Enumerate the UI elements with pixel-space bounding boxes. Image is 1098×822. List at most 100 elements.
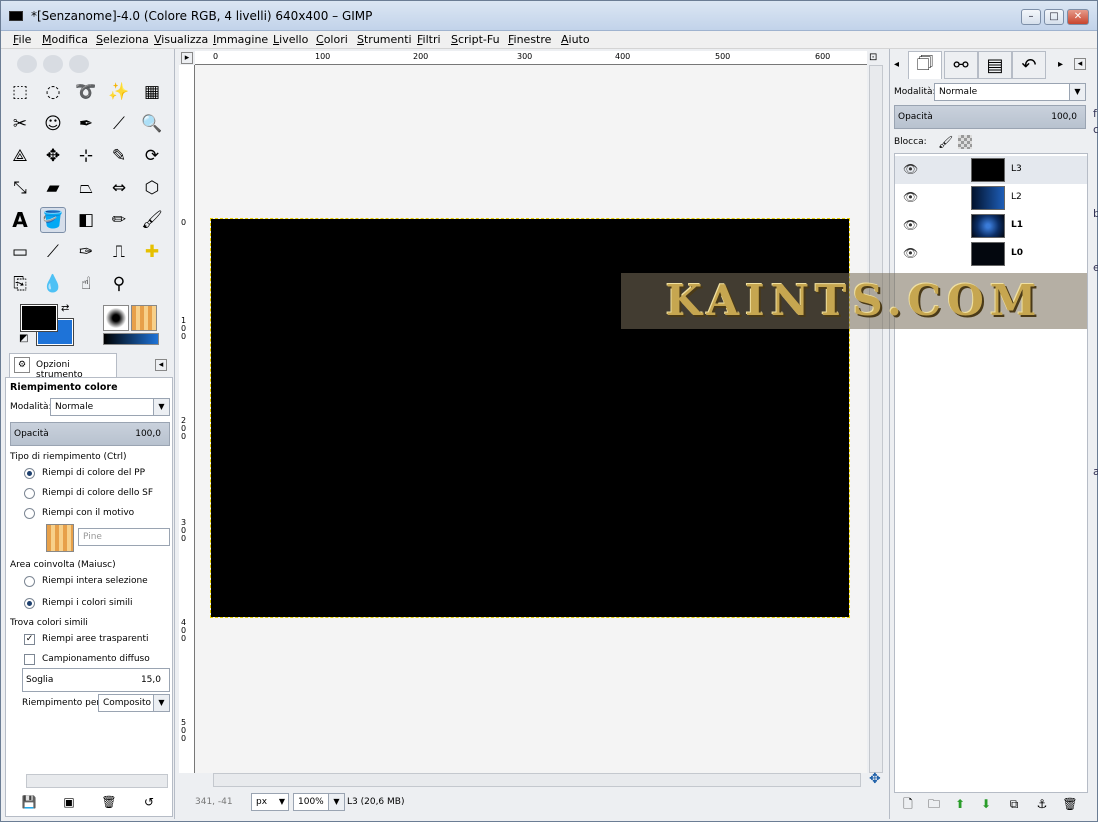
menu-file[interactable]: File: [13, 33, 31, 46]
color-picker-icon[interactable]: ⟋: [106, 111, 132, 137]
foreground-color-swatch[interactable]: [20, 304, 58, 332]
tab-channels[interactable]: ▤: [978, 51, 1012, 79]
menu-immagine[interactable]: Immagine: [213, 33, 268, 46]
anchor-layer-icon[interactable]: ⚓: [1034, 797, 1050, 811]
navigate-icon[interactable]: ✥: [869, 771, 881, 787]
dock-next-icon[interactable]: ▸: [1058, 59, 1063, 70]
shear-icon[interactable]: ▰: [40, 175, 66, 201]
fill-pattern-radio[interactable]: [24, 508, 35, 519]
crop-icon[interactable]: ✎: [106, 143, 132, 169]
eraser-icon[interactable]: ▭: [7, 239, 33, 265]
fill-transparent-checkbox[interactable]: ✓: [24, 634, 35, 645]
tab-tool-options[interactable]: ⚙ Opzioni strumento: [9, 353, 117, 380]
pattern-name-field[interactable]: Pine: [78, 528, 170, 546]
lower-layer-icon[interactable]: ⬇: [978, 797, 994, 811]
menu-colori[interactable]: Colori: [316, 33, 348, 46]
fuzzy-select-icon[interactable]: ✨: [106, 79, 132, 105]
gradient-preview[interactable]: [103, 333, 159, 345]
layer-row-l2[interactable]: 👁 L2: [895, 184, 1087, 212]
lock-pixels-icon[interactable]: 🖌: [938, 135, 953, 149]
menu-aiuto[interactable]: Aiuto: [561, 33, 590, 46]
save-options-icon[interactable]: 💾: [21, 795, 37, 809]
blend-icon[interactable]: ◧: [73, 207, 99, 233]
rotate-icon[interactable]: ⟳: [139, 143, 165, 169]
color-select-icon[interactable]: ▦: [139, 79, 165, 105]
dock-menu-icon[interactable]: ◂: [1074, 58, 1086, 70]
dodge-burn-icon[interactable]: ⚲: [106, 271, 132, 297]
unit-select[interactable]: px ▼: [251, 793, 289, 811]
menu-arrow-icon[interactable]: ▸: [181, 52, 193, 64]
menu-visualizza[interactable]: Visualizza: [154, 33, 208, 46]
zoom-icon[interactable]: 🔍: [139, 111, 165, 137]
pencil-icon[interactable]: ✏: [106, 207, 132, 233]
cage-icon[interactable]: ⬡: [139, 175, 165, 201]
airbrush-icon[interactable]: ⟋: [40, 239, 66, 265]
new-layer-icon[interactable]: 🗋: [900, 797, 916, 811]
menu-finestre[interactable]: Finestre: [508, 33, 551, 46]
eye-icon[interactable]: 👁: [903, 162, 918, 176]
menu-strumenti[interactable]: Strumenti: [357, 33, 412, 46]
flip-icon[interactable]: ⇔: [106, 175, 132, 201]
menu-seleziona[interactable]: Seleziona: [96, 33, 149, 46]
bucket-fill-icon[interactable]: 🪣: [40, 207, 66, 233]
scissors-icon[interactable]: ✂: [7, 111, 33, 137]
default-colors-icon[interactable]: ◩: [19, 333, 28, 344]
scale-icon[interactable]: ⤡: [7, 175, 33, 201]
layer-row-l3[interactable]: 👁 L3: [895, 156, 1087, 184]
tab-menu-icon[interactable]: ◂: [155, 359, 167, 371]
delete-layer-icon[interactable]: 🗑: [1062, 797, 1078, 811]
minimize-button[interactable]: –: [1021, 9, 1041, 25]
foreground-select-icon[interactable]: ☺: [40, 111, 66, 137]
layer-row-l0[interactable]: 👁 L0: [895, 240, 1087, 268]
text-icon[interactable]: A: [7, 207, 33, 233]
vertical-scrollbar[interactable]: [869, 65, 883, 773]
pattern-thumbnail[interactable]: [46, 524, 74, 552]
ellipse-select-icon[interactable]: ◌: [40, 79, 66, 105]
opacity-slider[interactable]: Opacità 100,0: [10, 422, 170, 446]
paths-icon[interactable]: ✒: [73, 111, 99, 137]
close-button[interactable]: ✕: [1067, 9, 1089, 25]
restore-options-icon[interactable]: ▣: [61, 795, 77, 809]
reset-options-icon[interactable]: ↺: [141, 795, 157, 809]
zoom-select[interactable]: 100% ▼: [293, 793, 345, 811]
measure-icon[interactable]: ⟁: [7, 143, 33, 169]
pattern-preview[interactable]: [131, 305, 157, 331]
duplicate-layer-icon[interactable]: ⧉: [1006, 797, 1022, 811]
rect-select-icon[interactable]: ⬚: [7, 79, 33, 105]
maximize-button[interactable]: □: [1044, 9, 1064, 25]
sample-merged-checkbox[interactable]: [24, 654, 35, 665]
blur-icon[interactable]: 💧: [40, 271, 66, 297]
paintbrush-icon[interactable]: 🖌: [139, 207, 165, 233]
perspective-icon[interactable]: ⏢: [73, 175, 99, 201]
swap-colors-icon[interactable]: ⇄: [61, 303, 69, 314]
smudge-icon[interactable]: ☝: [73, 271, 99, 297]
layer-opacity-slider[interactable]: Opacità 100,0: [894, 105, 1086, 129]
tab-undo[interactable]: ↶: [1012, 51, 1046, 79]
clone-icon[interactable]: ⎍: [106, 239, 132, 265]
new-layer-group-icon[interactable]: 🗀: [926, 797, 942, 811]
area-similar-radio[interactable]: [24, 598, 35, 609]
fill-fg-radio[interactable]: [24, 468, 35, 479]
free-select-icon[interactable]: ➰: [73, 79, 99, 105]
move-icon[interactable]: ✥: [40, 143, 66, 169]
menu-filtri[interactable]: Filtri: [417, 33, 441, 46]
mode-select[interactable]: Normale ▼: [50, 398, 170, 416]
tab-layers[interactable]: 🗇: [908, 51, 942, 79]
menu-livello[interactable]: Livello: [273, 33, 308, 46]
delete-options-icon[interactable]: 🗑: [101, 795, 117, 809]
lock-alpha-icon[interactable]: [958, 135, 972, 149]
layer-row-l1[interactable]: 👁 L1: [895, 212, 1087, 240]
raise-layer-icon[interactable]: ⬆: [952, 797, 968, 811]
threshold-slider[interactable]: Soglia 15,0: [22, 668, 170, 692]
eye-icon[interactable]: 👁: [903, 218, 918, 232]
fill-by-select[interactable]: Composito ▼: [98, 694, 170, 712]
ink-icon[interactable]: ✑: [73, 239, 99, 265]
dock-prev-icon[interactable]: ◂: [894, 59, 899, 70]
heal-icon[interactable]: ✚: [139, 239, 165, 265]
area-selection-radio[interactable]: [24, 576, 35, 587]
perspective-clone-icon[interactable]: ⎘: [7, 271, 33, 297]
align-icon[interactable]: ⊹: [73, 143, 99, 169]
menu-modifica[interactable]: Modifica: [42, 33, 88, 46]
eye-icon[interactable]: 👁: [903, 246, 918, 260]
tab-paths[interactable]: ⚯: [944, 51, 978, 79]
